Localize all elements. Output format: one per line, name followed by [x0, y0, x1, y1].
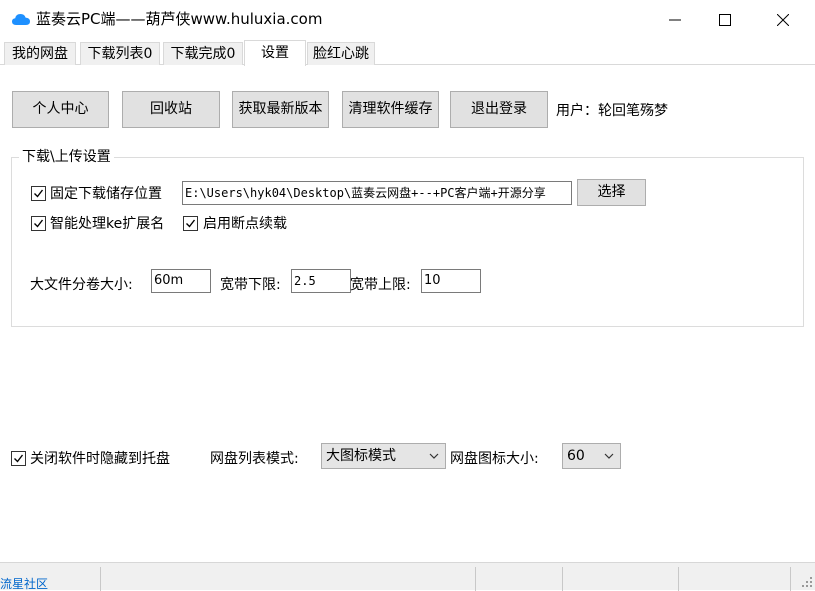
status-separator	[562, 567, 563, 591]
community-link[interactable]: 流星社区	[0, 577, 48, 591]
icon-size-select[interactable]: 60	[562, 443, 621, 469]
clear-cache-button[interactable]: 清理软件缓存	[342, 91, 439, 128]
status-separator	[790, 567, 791, 591]
download-settings-title: 下载\上传设置	[19, 148, 114, 166]
resume-label: 启用断点续载	[203, 216, 287, 232]
hide-tray-label: 关闭软件时隐藏到托盘	[30, 451, 170, 467]
icon-size-value: 60	[567, 448, 585, 464]
tab-download-done[interactable]: 下载完成0	[163, 42, 243, 65]
checkmark-icon	[34, 219, 44, 228]
checkmark-icon	[14, 454, 24, 463]
status-separator	[100, 567, 101, 591]
download-path-input[interactable]: E:\Users\hyk04\Desktop\蓝奏云网盘+--+PC客户端+开源…	[182, 181, 572, 205]
window-title: 蓝奏云PC端——葫芦侠www.huluxia.com	[36, 10, 323, 28]
resize-grip-icon[interactable]	[801, 576, 813, 588]
close-icon	[777, 14, 789, 26]
tab-blush[interactable]: 脸红心跳	[307, 42, 375, 65]
bandwidth-high-input[interactable]: 10	[421, 269, 481, 293]
chevron-down-icon	[429, 453, 439, 459]
logout-button[interactable]: 退出登录	[450, 91, 548, 128]
recycle-bin-button[interactable]: 回收站	[122, 91, 220, 128]
tab-download-list[interactable]: 下载列表0	[80, 42, 160, 65]
list-mode-label: 网盘列表模式:	[210, 451, 299, 467]
bandwidth-low-input[interactable]: 2.5	[291, 269, 351, 293]
smart-ext-checkbox[interactable]	[31, 216, 46, 231]
bandwidth-low-label: 宽带下限:	[220, 277, 281, 293]
maximize-button[interactable]	[702, 0, 748, 40]
fixed-path-label: 固定下载储存位置	[50, 186, 162, 202]
fixed-path-checkbox[interactable]	[31, 186, 46, 201]
minimize-icon	[669, 19, 681, 21]
personal-center-button[interactable]: 个人中心	[12, 91, 109, 128]
choose-path-button[interactable]: 选择	[577, 179, 646, 206]
tab-strip: 我的网盘 下载列表0 下载完成0 设置 脸红心跳	[0, 40, 815, 66]
list-mode-value: 大图标模式	[326, 448, 396, 464]
tab-my-disk[interactable]: 我的网盘	[4, 42, 76, 65]
status-separator	[678, 567, 679, 591]
split-size-label: 大文件分卷大小:	[30, 277, 133, 293]
split-size-input[interactable]: 60m	[151, 269, 211, 293]
checkmark-icon	[34, 189, 44, 198]
hide-tray-checkbox[interactable]	[11, 451, 26, 466]
maximize-icon	[719, 14, 731, 26]
bandwidth-high-label: 宽带上限:	[350, 277, 411, 293]
close-button[interactable]	[760, 0, 806, 40]
status-separator	[475, 567, 476, 591]
chevron-down-icon	[604, 453, 614, 459]
minimize-button[interactable]	[652, 0, 698, 40]
smart-ext-label: 智能处理ke扩展名	[50, 216, 165, 232]
cloud-icon	[12, 14, 30, 25]
icon-size-label: 网盘图标大小:	[450, 451, 539, 467]
title-bar: 蓝奏云PC端——葫芦侠www.huluxia.com	[0, 0, 815, 40]
resume-checkbox[interactable]	[183, 216, 198, 231]
user-label: 用户：轮回笔殇梦	[556, 103, 668, 119]
list-mode-select[interactable]: 大图标模式	[321, 443, 446, 469]
get-latest-version-button[interactable]: 获取最新版本	[232, 91, 329, 128]
status-bar: 流星社区	[0, 562, 815, 591]
tab-settings[interactable]: 设置	[244, 40, 306, 66]
checkmark-icon	[186, 219, 196, 228]
